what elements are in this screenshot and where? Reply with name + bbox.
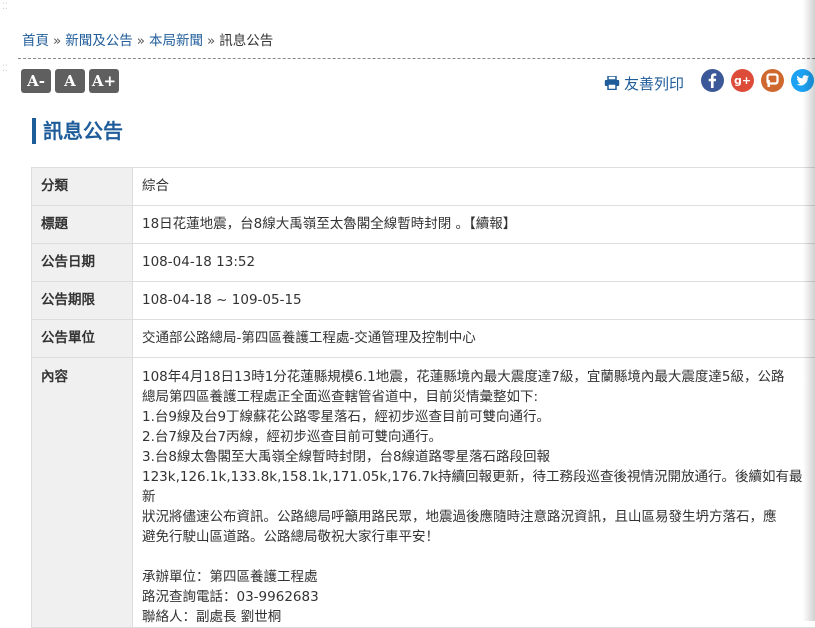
table-row: 標題 18日花蓮地震，台8線大禹嶺至太魯閣全線暫時封閉 。【續報】 bbox=[32, 206, 815, 244]
content-line: 108年4月18日13時1分花蓮縣規模6.1地震，花蓮縣境內最大震度達7級，宜蘭… bbox=[142, 367, 811, 387]
table-row: 公告期限 108-04-18 ~ 109-05-15 bbox=[32, 282, 815, 320]
table-row: 分類 綜合 bbox=[32, 168, 815, 206]
field-label-title: 標題 bbox=[32, 206, 133, 244]
breadcrumb-separator: » bbox=[207, 33, 215, 49]
content-line: 總局第四區養護工程處正全面巡查轄管省道中，目前災情彙整如下: bbox=[142, 387, 811, 407]
page-title: 訊息公告 bbox=[32, 118, 123, 144]
field-value-period: 108-04-18 ~ 109-05-15 bbox=[133, 282, 815, 320]
field-label-content: 內容 bbox=[32, 358, 133, 628]
contact-person: 聯絡人：副處長 劉世桐 bbox=[142, 607, 811, 627]
field-label-category: 分類 bbox=[32, 168, 133, 206]
drag-handle-top: ⁚⁚ bbox=[2, 4, 8, 10]
table-row: 公告單位 交通部公路總局-第四區養護工程處-交通管理及控制中心 bbox=[32, 320, 815, 358]
breadcrumb-separator: » bbox=[53, 33, 61, 49]
google-plus-icon[interactable]: g+ bbox=[731, 69, 754, 92]
window-edge-shadow bbox=[803, 0, 815, 621]
table-row: 內容 108年4月18日13時1分花蓮縣規模6.1地震，花蓮縣境內最大震度達7級… bbox=[32, 358, 815, 628]
field-label-unit: 公告單位 bbox=[32, 320, 133, 358]
field-value-date: 108-04-18 13:52 bbox=[133, 244, 815, 282]
printer-icon bbox=[604, 76, 620, 90]
breadcrumb-separator: » bbox=[137, 33, 145, 49]
breadcrumb-current: 訊息公告 bbox=[219, 33, 273, 49]
breadcrumb-news-announcements-link[interactable]: 新聞及公告 bbox=[65, 33, 133, 49]
font-size-increase-button[interactable]: A+ bbox=[89, 69, 119, 93]
announcement-detail-table: 分類 綜合 標題 18日花蓮地震，台8線大禹嶺至太魯閣全線暫時封閉 。【續報】 … bbox=[31, 167, 815, 628]
breadcrumb-divider bbox=[18, 58, 815, 59]
content-line: 3.台8線太魯閣至大禹嶺全線暫時封閉，台8線道路零星落石路段回報 bbox=[142, 447, 811, 467]
content-line: 2.台7線及台7丙線，經初步巡查目前可雙向通行。 bbox=[142, 427, 811, 447]
content-line: 123k,126.1k,133.8k,158.1k,171.05k,176.7k… bbox=[142, 467, 811, 507]
content-line: 狀況將儘速公布資訊。公路總局呼籲用路民眾，地震過後應隨時注意路況資訊，且山區易發… bbox=[142, 507, 811, 527]
field-value-title: 18日花蓮地震，台8線大禹嶺至太魯閣全線暫時封閉 。【續報】 bbox=[133, 206, 815, 244]
print-button[interactable]: 友善列印 bbox=[604, 72, 684, 94]
contact-unit: 承辦單位：第四區養護工程處 bbox=[142, 567, 811, 587]
breadcrumb: 首頁»新聞及公告»本局新聞»訊息公告 bbox=[22, 29, 815, 49]
breadcrumb-home-link[interactable]: 首頁 bbox=[22, 33, 49, 49]
paragraph-gap bbox=[142, 547, 811, 567]
field-label-period: 公告期限 bbox=[32, 282, 133, 320]
font-size-normal-button[interactable]: A bbox=[55, 69, 85, 93]
table-row: 公告日期 108-04-18 13:52 bbox=[32, 244, 815, 282]
plurk-icon[interactable] bbox=[761, 69, 784, 92]
field-value-content: 108年4月18日13時1分花蓮縣規模6.1地震，花蓮縣境內最大震度達7級，宜蘭… bbox=[133, 358, 815, 628]
content-line: 1.台9線及台9丁線蘇花公路零星落石，經初步巡查目前可雙向通行。 bbox=[142, 407, 811, 427]
field-value-unit: 交通部公路總局-第四區養護工程處-交通管理及控制中心 bbox=[133, 320, 815, 358]
font-size-decrease-button[interactable]: A- bbox=[21, 69, 51, 93]
contact-phone: 路況查詢電話：03-9962683 bbox=[142, 587, 811, 607]
breadcrumb-bureau-news-link[interactable]: 本局新聞 bbox=[149, 33, 203, 49]
drag-handle-middle: ⁚⁚ bbox=[2, 66, 8, 72]
print-label: 友善列印 bbox=[624, 73, 684, 94]
field-value-category: 綜合 bbox=[133, 168, 815, 206]
content-line: 避免行駛山區道路。公路總局敬祝大家行車平安！ bbox=[142, 527, 811, 547]
facebook-icon[interactable] bbox=[701, 69, 724, 92]
field-label-date: 公告日期 bbox=[32, 244, 133, 282]
